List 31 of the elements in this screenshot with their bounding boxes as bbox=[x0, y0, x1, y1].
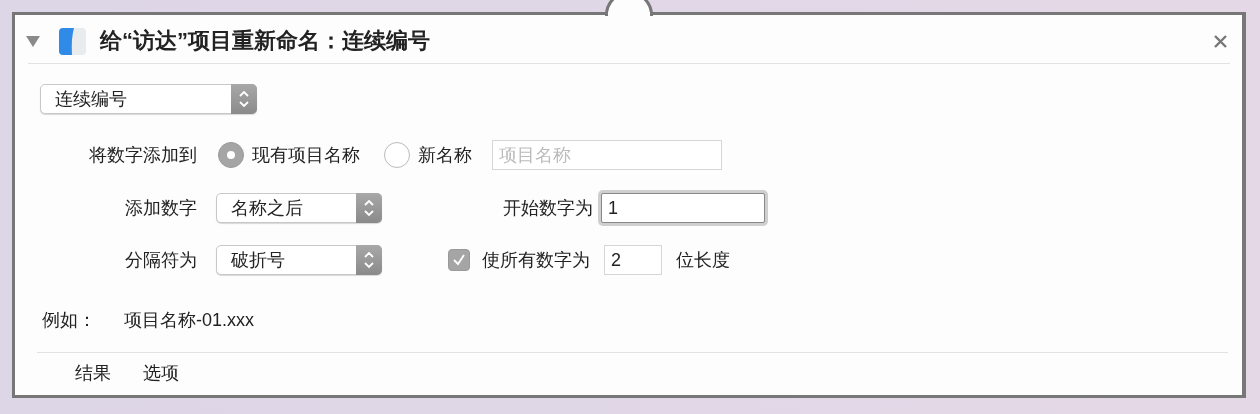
unit-label: 位长度 bbox=[676, 249, 730, 272]
radio-label: 现有项目名称 bbox=[252, 144, 360, 167]
radio-label: 新名称 bbox=[418, 144, 472, 167]
start-number-field[interactable]: 1 bbox=[601, 193, 765, 223]
field-label: 分隔符为 bbox=[124, 249, 197, 272]
disclosure-triangle-icon[interactable] bbox=[25, 34, 41, 48]
field-label: 添加数字 bbox=[124, 197, 197, 220]
radio-button[interactable] bbox=[218, 142, 244, 168]
popup-button[interactable]: 名称之后 bbox=[216, 193, 382, 223]
field-label: 开始数字为 bbox=[502, 197, 593, 220]
footer-tab[interactable]: 结果 bbox=[75, 361, 111, 385]
app-icon bbox=[59, 27, 86, 55]
example-value: 项目名称-01.xxx bbox=[124, 309, 255, 332]
popup-button[interactable]: 连续编号 bbox=[40, 84, 257, 114]
checkbox-label: 使所有数字为 bbox=[482, 249, 590, 272]
radio-button[interactable] bbox=[384, 142, 410, 168]
new-name-field[interactable]: 项目名称 bbox=[492, 140, 722, 170]
checkmark-icon bbox=[452, 253, 466, 267]
radio-option[interactable]: 新名称 bbox=[384, 142, 472, 168]
example-label: 例如： bbox=[42, 309, 96, 332]
radio-option[interactable]: 现有项目名称 bbox=[218, 142, 360, 168]
stepper-arrows-icon bbox=[363, 250, 375, 270]
stepper-arrows-icon bbox=[363, 198, 375, 218]
footer-tab[interactable]: 选项 bbox=[143, 361, 179, 385]
checkbox[interactable] bbox=[448, 249, 470, 271]
close-icon[interactable] bbox=[1213, 33, 1228, 49]
panel-title: 给“访达”项目重新命名：连续编号 bbox=[100, 27, 431, 55]
popup-button[interactable]: 破折号 bbox=[216, 245, 382, 275]
digits-field[interactable]: 2 bbox=[604, 245, 662, 275]
field-label: 将数字添加到 bbox=[88, 144, 197, 167]
stepper-arrows-icon bbox=[238, 89, 250, 109]
